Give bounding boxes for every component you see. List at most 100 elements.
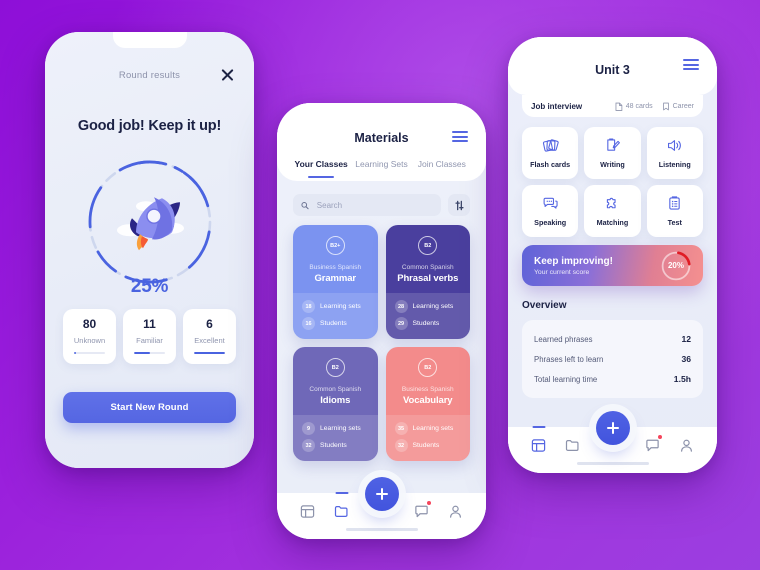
activity-label: Writing [600,160,625,169]
activity-label: Speaking [534,218,567,227]
unit-name: Job interview [531,101,583,111]
stat-label: Unknown [73,336,106,346]
activity-speaking[interactable]: Speaking [522,185,579,237]
stat-card: 80 Unknown [63,309,116,365]
class-title: Vocabulary [402,395,453,406]
count-label: Students [320,320,347,327]
stat-label: Excellent [194,336,225,346]
students-row: 32 Students [302,439,369,452]
count-badge: 16 [302,317,315,330]
nav-chat[interactable] [641,434,663,456]
count-badge: 29 [394,317,408,330]
count-label: Students [412,442,440,449]
filter-sliders-icon[interactable] [448,194,470,216]
activity-writing[interactable]: Writing [584,127,641,179]
count-badge: 35 [394,422,408,435]
stat-progress-bar [134,352,165,355]
class-subtitle: Business Spanish [309,264,362,271]
class-card[interactable]: B2 Common Spanish Idioms 9 Learning sets… [293,347,378,461]
nav-dashboard[interactable] [297,500,319,522]
count-label: Students [412,320,440,327]
overview-value: 12 [681,334,691,344]
close-icon[interactable] [219,66,236,83]
learning-sets-row: 18 Learning sets [302,300,369,313]
class-title: Idioms [320,395,351,406]
hamburger-menu-icon[interactable] [452,131,468,142]
phone1-screen: Round results Good job! Keep it up! 25% … [45,32,254,468]
overview-title: Overview [522,300,567,311]
overview-label: Phrases left to learn [534,354,604,364]
class-subtitle: Common Spanish [401,264,454,271]
class-title: Grammar [314,273,357,284]
phone-materials: Materials Your Classes Learning Sets Joi… [277,103,486,539]
overview-value: 1.5h [673,374,691,384]
activity-flash-cards[interactable]: Flash cards [522,127,579,179]
tab-bar: Your Classes Learning Sets Join Classes [277,159,486,178]
count-label: Learning sets [320,425,361,432]
overview-value: 36 [681,354,691,364]
activity-label: Flash cards [530,160,571,169]
nav-chat[interactable] [410,500,432,522]
activity-grid: Flash cards Writing Listening Speaking M… [522,127,703,237]
search-row [293,194,470,216]
stat-label: Familiar [136,336,163,346]
puzzle-icon [606,197,616,209]
nav-folder[interactable] [562,434,584,456]
search-input[interactable] [314,199,433,211]
count-label: Students [320,442,347,449]
tab-learning-sets[interactable]: Learning Sets [351,159,411,178]
stat-progress-bar [194,352,225,355]
banner-subtitle: Your current score [534,268,590,276]
start-new-round-button[interactable]: Start New Round [63,392,236,423]
phone2-screen: Materials Your Classes Learning Sets Joi… [277,103,486,539]
category-label: Career [672,102,694,110]
search-icon [301,201,309,209]
hamburger-menu-icon[interactable] [683,59,699,70]
level-badge: B2+ [325,236,345,255]
count-badge: 18 [302,300,315,313]
search-box[interactable] [293,194,441,216]
count-badge: 9 [302,422,315,435]
add-button-fab[interactable] [364,477,399,511]
bookmark-icon [662,102,669,110]
learning-sets-row: 28 Learning sets [394,300,462,313]
notification-badge [427,501,432,505]
unit-subheader: Job interview 48 cards Career [522,95,703,117]
activity-listening[interactable]: Listening [646,127,703,179]
score-banner[interactable]: Keep improving! Your current score 20% [522,245,703,286]
file-icon [615,102,623,111]
overview-row: Total learning time 1.5h [534,369,691,389]
activity-test[interactable]: Test [646,185,703,237]
nav-folder[interactable] [331,500,353,522]
phone-unit-detail: Unit 3 Job interview 48 cards Career Fla… [508,37,717,473]
speaker-icon [668,140,682,151]
stat-value: 11 [143,317,156,331]
class-card[interactable]: B2 Business Spanish Vocabulary 35 Learni… [385,347,470,461]
overview-row: Phrases left to learn 36 [534,349,691,369]
phone-notch [112,32,187,48]
congrats-headline: Good job! Keep it up! [77,118,222,134]
tab-your-classes[interactable]: Your Classes [291,159,351,178]
activity-label: Test [667,218,682,227]
banner-title: Keep improving! [534,255,613,267]
phone-notch [344,103,419,119]
nav-profile[interactable] [444,500,466,522]
phone-round-results: Round results Good job! Keep it up! 25% … [45,32,254,468]
students-row: 29 Students [394,317,462,330]
tab-join-classes[interactable]: Join Classes [412,159,472,178]
activity-label: Listening [658,160,691,169]
count-label: Learning sets [320,303,361,310]
class-card[interactable]: B2+ Business Spanish Grammar 18 Learning… [293,225,378,339]
class-card-grid: B2+ Business Spanish Grammar 18 Learning… [293,225,470,461]
nav-dashboard[interactable] [528,434,550,456]
overview-label: Learned phrases [534,334,593,344]
activity-matching[interactable]: Matching [584,185,641,237]
count-label: Learning sets [412,303,454,310]
class-card[interactable]: B2 Common Spanish Phrasal verbs 28 Learn… [385,225,470,339]
flash-cards-icon [542,139,559,152]
nav-profile[interactable] [675,434,697,456]
activity-label: Matching [596,218,629,227]
stat-card: 11 Familiar [123,309,176,365]
notification-badge [658,435,663,439]
add-button-fab[interactable] [595,411,630,445]
